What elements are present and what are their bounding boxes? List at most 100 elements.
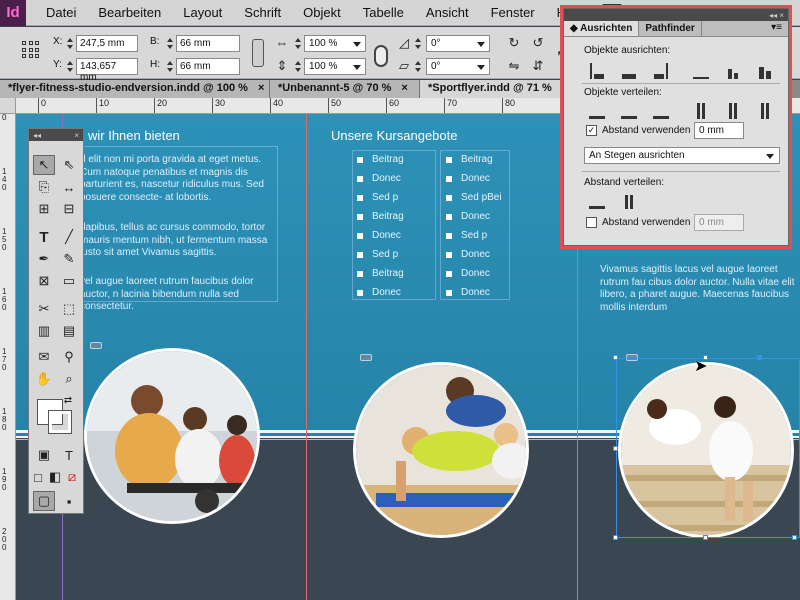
distribute-horizontal-centers-icon[interactable]	[722, 101, 744, 119]
selection-handle[interactable]	[757, 355, 762, 360]
line-tool-icon[interactable]: ╱	[58, 227, 80, 247]
gradient-feather-tool-icon[interactable]: ▤	[58, 321, 80, 341]
rotate-cw-icon[interactable]: ↻	[504, 35, 524, 53]
use-spacing-checkbox[interactable]: ✓	[586, 125, 597, 136]
shear-stepper[interactable]	[414, 58, 422, 75]
b-field[interactable]: 66 mm	[176, 35, 240, 52]
distribute-vertical-space-icon[interactable]	[586, 191, 608, 209]
gap-tool-icon[interactable]: ↔	[58, 177, 80, 197]
selection-handle[interactable]	[613, 446, 618, 451]
shear-dropdown[interactable]: 0°	[426, 58, 490, 75]
page-tool-icon[interactable]: ⎘	[33, 177, 55, 197]
apply-gradient-icon[interactable]: ◧	[46, 467, 64, 487]
link-scale-icon[interactable]	[374, 45, 388, 67]
hand-tool-icon[interactable]: ✋	[33, 369, 55, 389]
pencil-tool-icon[interactable]: ✎	[58, 249, 80, 269]
align-horizontal-centers-icon[interactable]	[618, 61, 640, 79]
align-bottom-edges-icon[interactable]	[754, 61, 776, 79]
use-spacing-field[interactable]: 0 mm	[694, 122, 744, 139]
tab-sportflyer[interactable]: *Sportflyer.indd @ 71 %×	[420, 80, 568, 98]
apply-color-icon[interactable]: □	[29, 467, 47, 487]
selection-handle[interactable]	[613, 355, 618, 360]
scale-y-stepper[interactable]	[294, 58, 302, 75]
align-left-edges-icon[interactable]	[586, 61, 608, 79]
menu-tabelle[interactable]: Tabelle	[352, 5, 415, 20]
menu-fenster[interactable]: Fenster	[480, 5, 546, 20]
align-vertical-centers-icon[interactable]	[722, 61, 744, 79]
menu-ansicht[interactable]: Ansicht	[415, 5, 480, 20]
selection-bounding-box[interactable]	[616, 358, 800, 538]
align-top-edges-icon[interactable]	[690, 61, 712, 79]
align-right-edges-icon[interactable]	[650, 61, 672, 79]
type-tool-icon[interactable]: T	[33, 227, 55, 247]
tab-pathfinder[interactable]: Pathfinder	[639, 21, 702, 36]
close-icon[interactable]: ×	[401, 82, 407, 94]
distribute-left-edges-icon[interactable]	[690, 101, 712, 119]
distribute-horizontal-space-icon[interactable]	[618, 191, 640, 209]
h-stepper[interactable]	[166, 58, 174, 75]
rectangle-frame-tool-icon[interactable]: ⊠	[33, 271, 55, 291]
formatting-text-icon[interactable]: T	[58, 445, 80, 465]
menu-bearbeiten[interactable]: Bearbeiten	[87, 5, 172, 20]
apply-none-icon[interactable]: ⧄	[63, 467, 81, 487]
panel-menu-icon[interactable]: ▾≡	[765, 21, 788, 36]
selection-handle[interactable]	[613, 535, 618, 540]
eyedropper-tool-icon[interactable]: ⚲	[58, 347, 80, 367]
menu-schrift[interactable]: Schrift	[233, 5, 292, 20]
use-spacing-distribute-field[interactable]: 0 mm	[694, 214, 744, 231]
constrain-proportions-icon[interactable]	[252, 39, 264, 67]
y-field[interactable]: 143,657 mm	[76, 58, 138, 83]
distribute-bottom-edges-icon[interactable]	[650, 101, 672, 119]
menu-objekt[interactable]: Objekt	[292, 5, 352, 20]
align-panel-header[interactable]: ◂◂ ×	[564, 9, 788, 21]
tools-panel-header[interactable]: ◂◂ ×	[29, 129, 83, 141]
content-collector-icon[interactable]: ⊞	[33, 199, 55, 219]
use-spacing-distribute-checkbox[interactable]	[586, 217, 597, 228]
distribute-vertical-centers-icon[interactable]	[618, 101, 640, 119]
h-field[interactable]: 66 mm	[176, 58, 240, 75]
content-placer-icon[interactable]: ⊟	[58, 199, 80, 219]
x-stepper[interactable]	[66, 35, 74, 52]
zoom-tool-icon[interactable]: ⌕	[58, 369, 80, 389]
distribute-right-edges-icon[interactable]	[754, 101, 776, 119]
frame-link-icon[interactable]	[360, 354, 372, 361]
menu-layout[interactable]: Layout	[172, 5, 233, 20]
free-transform-tool-icon[interactable]: ⬚	[58, 299, 80, 319]
flip-vertical-icon[interactable]: ⇵	[528, 58, 548, 76]
rotate-ccw-icon[interactable]: ↺	[528, 35, 548, 53]
workout-class-photo[interactable]	[353, 362, 529, 538]
rectangle-tool-icon[interactable]: ▭	[58, 271, 80, 291]
direct-selection-tool-icon[interactable]: ⇖	[58, 155, 80, 175]
note-tool-icon[interactable]: ✉	[33, 347, 55, 367]
b-stepper[interactable]	[166, 35, 174, 52]
selection-handle[interactable]	[792, 535, 797, 540]
menu-datei[interactable]: Datei	[26, 5, 87, 20]
x-field[interactable]: 247,5 mm	[76, 35, 138, 52]
tab-unbenannt[interactable]: *Unbenannt-5 @ 70 % ×	[270, 80, 420, 98]
tab-align[interactable]: ◆ Ausrichten	[564, 21, 640, 36]
spinning-class-photo[interactable]	[84, 348, 260, 524]
reference-point-icon[interactable]	[22, 41, 40, 59]
scale-x-stepper[interactable]	[294, 35, 302, 52]
gradient-swatch-tool-icon[interactable]: ▥	[33, 321, 55, 341]
scissors-tool-icon[interactable]: ✂	[33, 299, 55, 319]
y-stepper[interactable]	[66, 58, 74, 75]
normal-view-icon[interactable]: ▢	[33, 491, 55, 511]
scale-y-dropdown[interactable]: 100 %	[304, 58, 366, 75]
preview-mode-icon[interactable]: ▪	[58, 491, 80, 511]
rotate-dropdown[interactable]: 0°	[426, 35, 490, 52]
selection-handle[interactable]	[703, 535, 708, 540]
close-icon[interactable]: ×	[258, 82, 264, 94]
align-to-dropdown[interactable]: An Stegen ausrichten	[584, 147, 780, 164]
pen-tool-icon[interactable]: ✒	[33, 249, 55, 269]
frame-link-icon[interactable]	[90, 342, 102, 349]
rotate-stepper[interactable]	[414, 35, 422, 52]
distribute-top-edges-icon[interactable]	[586, 101, 608, 119]
flip-horizontal-icon[interactable]: ⇋	[504, 58, 524, 76]
vertical-ruler[interactable]: 0 1 4 0 1 5 0 1 6 0 1 7 0 1 8 0 1 9 0 2 …	[0, 114, 16, 600]
stroke-swatch[interactable]	[48, 410, 72, 434]
scale-x-dropdown[interactable]: 100 %	[304, 35, 366, 52]
ruler-origin[interactable]	[0, 98, 16, 114]
formatting-container-icon[interactable]: ▣	[33, 445, 55, 465]
selection-tool-icon[interactable]: ↖	[33, 155, 55, 175]
